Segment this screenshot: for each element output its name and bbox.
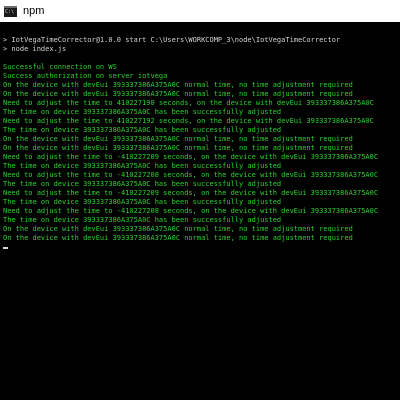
log-line: The time on device 393337386A375A0C has … bbox=[3, 180, 282, 188]
console-icon: C:\ bbox=[4, 5, 17, 17]
title-bar[interactable]: C:\ npm bbox=[0, 0, 400, 22]
log-line: On the device with devEui 393337386A375A… bbox=[3, 81, 353, 89]
log-line: The time on device 393337386A375A0C has … bbox=[3, 108, 282, 116]
log-line: Need to adjust the time to -410227208 se… bbox=[3, 207, 379, 215]
terminal-window: C:\ npm > IotVegaTimeCorrector@1.0.0 sta… bbox=[0, 0, 400, 400]
log-line: On the device with devEui 393337386A375A… bbox=[3, 135, 353, 143]
log-line: On the device with devEui 393337386A375A… bbox=[3, 234, 353, 242]
console-icon-label: C:\ bbox=[5, 8, 15, 15]
log-line: Need to adjust the time to -410227209 se… bbox=[3, 189, 379, 197]
command-line: > IotVegaTimeCorrector@1.0.0 start C:\Us… bbox=[3, 36, 341, 44]
log-line: The time on device 393337386A375A0C has … bbox=[3, 162, 282, 170]
log-line: The time on device 393337386A375A0C has … bbox=[3, 198, 282, 206]
log-line: On the device with devEui 393337386A375A… bbox=[3, 225, 353, 233]
log-line: On the device with devEui 393337386A375A… bbox=[3, 90, 353, 98]
log-line: The time on device 393337386A375A0C has … bbox=[3, 126, 282, 134]
log-line: The time on device 393337386A375A0C has … bbox=[3, 216, 282, 224]
text-cursor bbox=[3, 247, 8, 249]
cursor-line bbox=[3, 243, 397, 252]
console-spacer bbox=[3, 27, 397, 36]
log-line: Need to adjust the time to 410227190 sec… bbox=[3, 99, 374, 107]
console-output[interactable]: > IotVegaTimeCorrector@1.0.0 start C:\Us… bbox=[3, 27, 397, 397]
log-line: Need to adjust the time to -410227208 se… bbox=[3, 171, 379, 179]
console-spacer bbox=[3, 54, 397, 63]
window-title: npm bbox=[23, 5, 45, 17]
log-line: Successful connection on WS bbox=[3, 63, 117, 71]
command-line: > node index.js bbox=[3, 45, 67, 53]
log-line: Success authorization on server iotvega bbox=[3, 72, 168, 80]
log-line: Need to adjust the time to 410227192 sec… bbox=[3, 117, 374, 125]
log-line: Need to adjust the time to -410227209 se… bbox=[3, 153, 379, 161]
log-line: On the device with devEui 393337386A375A… bbox=[3, 144, 353, 152]
